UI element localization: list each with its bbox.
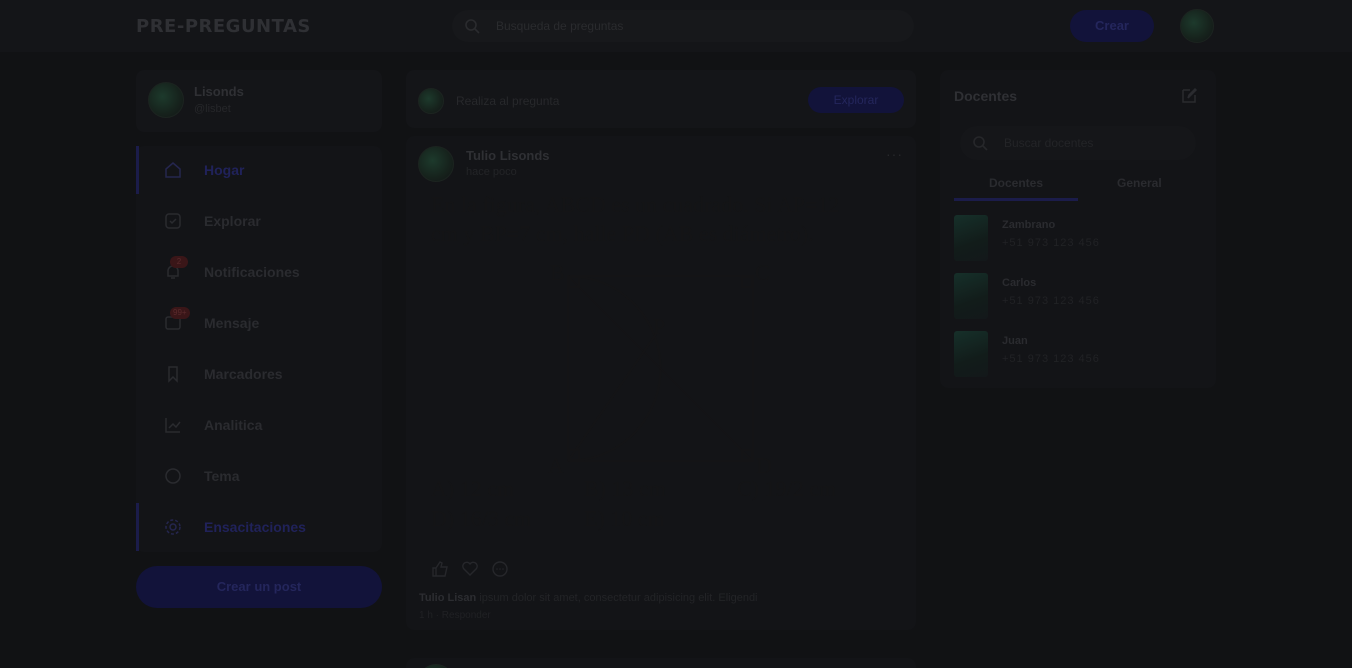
answer-a: A) 12 cm bbox=[431, 476, 515, 501]
create-post-button[interactable]: Crear un post bbox=[136, 566, 382, 608]
teacher-name: Juan bbox=[1002, 335, 1028, 347]
answer-b: B) 13 cm bbox=[584, 476, 666, 501]
teacher-photo bbox=[954, 273, 988, 319]
explorar-button[interactable]: Explorar bbox=[808, 87, 904, 113]
teacher-phone: +51 973 123 456 bbox=[1002, 237, 1100, 249]
answer-options: A) 12 cm B) 13 cm C) 19/2 cm D) 16/3 cm … bbox=[431, 476, 891, 536]
docentes-panel: Docentes Buscar docentes Docentes Genera… bbox=[940, 70, 1216, 388]
post-author-avatar[interactable] bbox=[418, 146, 454, 182]
composer-avatar bbox=[418, 88, 444, 114]
profile-name: Lisonds bbox=[194, 84, 244, 99]
sidebar-item-label: Explorar bbox=[204, 213, 261, 229]
more-options-icon[interactable]: ··· bbox=[886, 146, 903, 162]
sidebar-item-ensacitaciones[interactable]: Ensacitaciones bbox=[136, 503, 382, 551]
teacher-phone: +51 973 123 456 bbox=[1002, 353, 1100, 365]
user-avatar[interactable] bbox=[1180, 9, 1214, 43]
profile-card[interactable]: Lisonds @lisbet bbox=[136, 70, 382, 132]
teacher-name: Zambrano bbox=[1002, 219, 1056, 231]
teacher-item[interactable]: Juan +51 973 123 456 bbox=[954, 331, 1204, 377]
sidebar-item-mensaje[interactable]: 99+ Mensaje bbox=[136, 299, 382, 347]
statement-line-1: En la figura, ABCD es un cuadrado. Si AP… bbox=[431, 192, 840, 217]
notification-badge: 2 bbox=[170, 256, 188, 268]
sidebar-item-label: Analitica bbox=[204, 417, 263, 433]
like-icon[interactable] bbox=[431, 560, 449, 578]
edit-icon[interactable] bbox=[1180, 87, 1198, 105]
docentes-search-input[interactable]: Buscar docentes bbox=[1004, 136, 1093, 150]
teacher-photo bbox=[954, 331, 988, 377]
sidebar-item-marcadores[interactable]: Marcadores bbox=[136, 350, 382, 398]
post-card bbox=[406, 658, 916, 668]
vertex-label-c: C bbox=[755, 260, 770, 285]
message-badge: 99+ bbox=[170, 307, 190, 319]
sidebar-item-label: Mensaje bbox=[204, 315, 260, 331]
question-composer: Realiza al pregunta Explorar bbox=[406, 70, 916, 128]
chart-icon bbox=[165, 418, 181, 433]
sidebar-item-label: Hogar bbox=[204, 162, 245, 178]
sidebar-item-hogar[interactable]: Hogar bbox=[136, 146, 382, 194]
sidebar-menu: Hogar Explorar 2 Notificaciones 99+ Mens… bbox=[136, 146, 382, 552]
gear-icon bbox=[165, 519, 181, 535]
sidebar-item-label: Tema bbox=[204, 468, 240, 484]
search-bar[interactable]: Busqueda de preguntas bbox=[452, 10, 914, 42]
post-author-name[interactable]: Tulio Lisonds bbox=[466, 148, 550, 163]
comment-author[interactable]: Tulio Lisan bbox=[419, 592, 476, 604]
active-indicator bbox=[136, 503, 139, 551]
comment-icon[interactable] bbox=[491, 560, 509, 578]
comment-time: 1 h · Responder bbox=[419, 610, 491, 621]
tab-docentes[interactable]: Docentes bbox=[989, 176, 1043, 190]
teacher-item[interactable]: Zambrano +51 973 123 456 bbox=[954, 215, 1204, 261]
profile-avatar bbox=[148, 82, 184, 118]
palette-icon bbox=[165, 468, 181, 484]
post-card: Tulio Lisonds hace poco ··· En la figura… bbox=[406, 136, 916, 630]
app-logo[interactable]: PRE-PREGUNTAS bbox=[136, 16, 311, 37]
post-author-avatar[interactable] bbox=[418, 664, 454, 668]
tab-general[interactable]: General bbox=[1117, 176, 1162, 190]
vertex-label-d: D bbox=[756, 453, 772, 476]
question-input[interactable]: Realiza al pregunta bbox=[456, 94, 559, 108]
answer-d: D) 16/3 cm bbox=[431, 506, 532, 531]
vertex-label-b: B bbox=[550, 260, 565, 285]
profile-handle: @lisbet bbox=[194, 103, 231, 115]
geometry-figure: B C P A D bbox=[548, 260, 772, 476]
teacher-photo bbox=[954, 215, 988, 261]
active-tab-indicator bbox=[954, 198, 1078, 201]
search-input[interactable]: Busqueda de preguntas bbox=[496, 19, 623, 33]
problem-statement: En la figura, ABCD es un cuadrado. Si AP… bbox=[431, 190, 901, 248]
search-icon bbox=[973, 136, 988, 151]
answer-e: E) 10 cm bbox=[584, 506, 665, 531]
post-time: hace poco bbox=[466, 166, 517, 178]
teacher-item[interactable]: Carlos +51 973 123 456 bbox=[954, 273, 1204, 319]
sidebar-item-notificaciones[interactable]: 2 Notificaciones bbox=[136, 248, 382, 296]
sidebar-item-explorar[interactable]: Explorar bbox=[136, 197, 382, 245]
explore-icon bbox=[165, 213, 181, 229]
sidebar-item-analitica[interactable]: Analitica bbox=[136, 401, 382, 449]
heart-icon[interactable] bbox=[461, 560, 479, 578]
answer-c: C) 19/2 cm bbox=[737, 476, 836, 501]
search-icon bbox=[465, 19, 480, 34]
create-button[interactable]: Crear bbox=[1070, 10, 1154, 42]
sidebar-item-label: Marcadores bbox=[204, 366, 283, 382]
home-icon bbox=[165, 162, 181, 178]
sidebar-item-label: Notificaciones bbox=[204, 264, 300, 280]
teacher-name: Carlos bbox=[1002, 277, 1037, 289]
vertex-label-a: A bbox=[548, 453, 564, 476]
sidebar-item-tema[interactable]: Tema bbox=[136, 452, 382, 500]
sidebar-item-label: Ensacitaciones bbox=[204, 519, 306, 535]
statement-line-2: cm y BP=7 cm, halle PD (AB es diámetro). bbox=[431, 221, 814, 246]
active-indicator bbox=[136, 146, 139, 194]
teacher-phone: +51 973 123 456 bbox=[1002, 295, 1100, 307]
bookmark-icon bbox=[168, 366, 178, 383]
panel-title: Docentes bbox=[954, 88, 1018, 104]
docentes-search[interactable]: Buscar docentes bbox=[960, 126, 1196, 160]
top-bar: PRE-PREGUNTAS Busqueda de preguntas Crea… bbox=[0, 0, 1352, 52]
comment: Tulio Lisan ipsum dolor sit amet, consec… bbox=[419, 592, 758, 604]
comment-text: ipsum dolor sit amet, consectetur adipis… bbox=[479, 592, 758, 604]
vertex-label-p: P bbox=[653, 314, 665, 339]
